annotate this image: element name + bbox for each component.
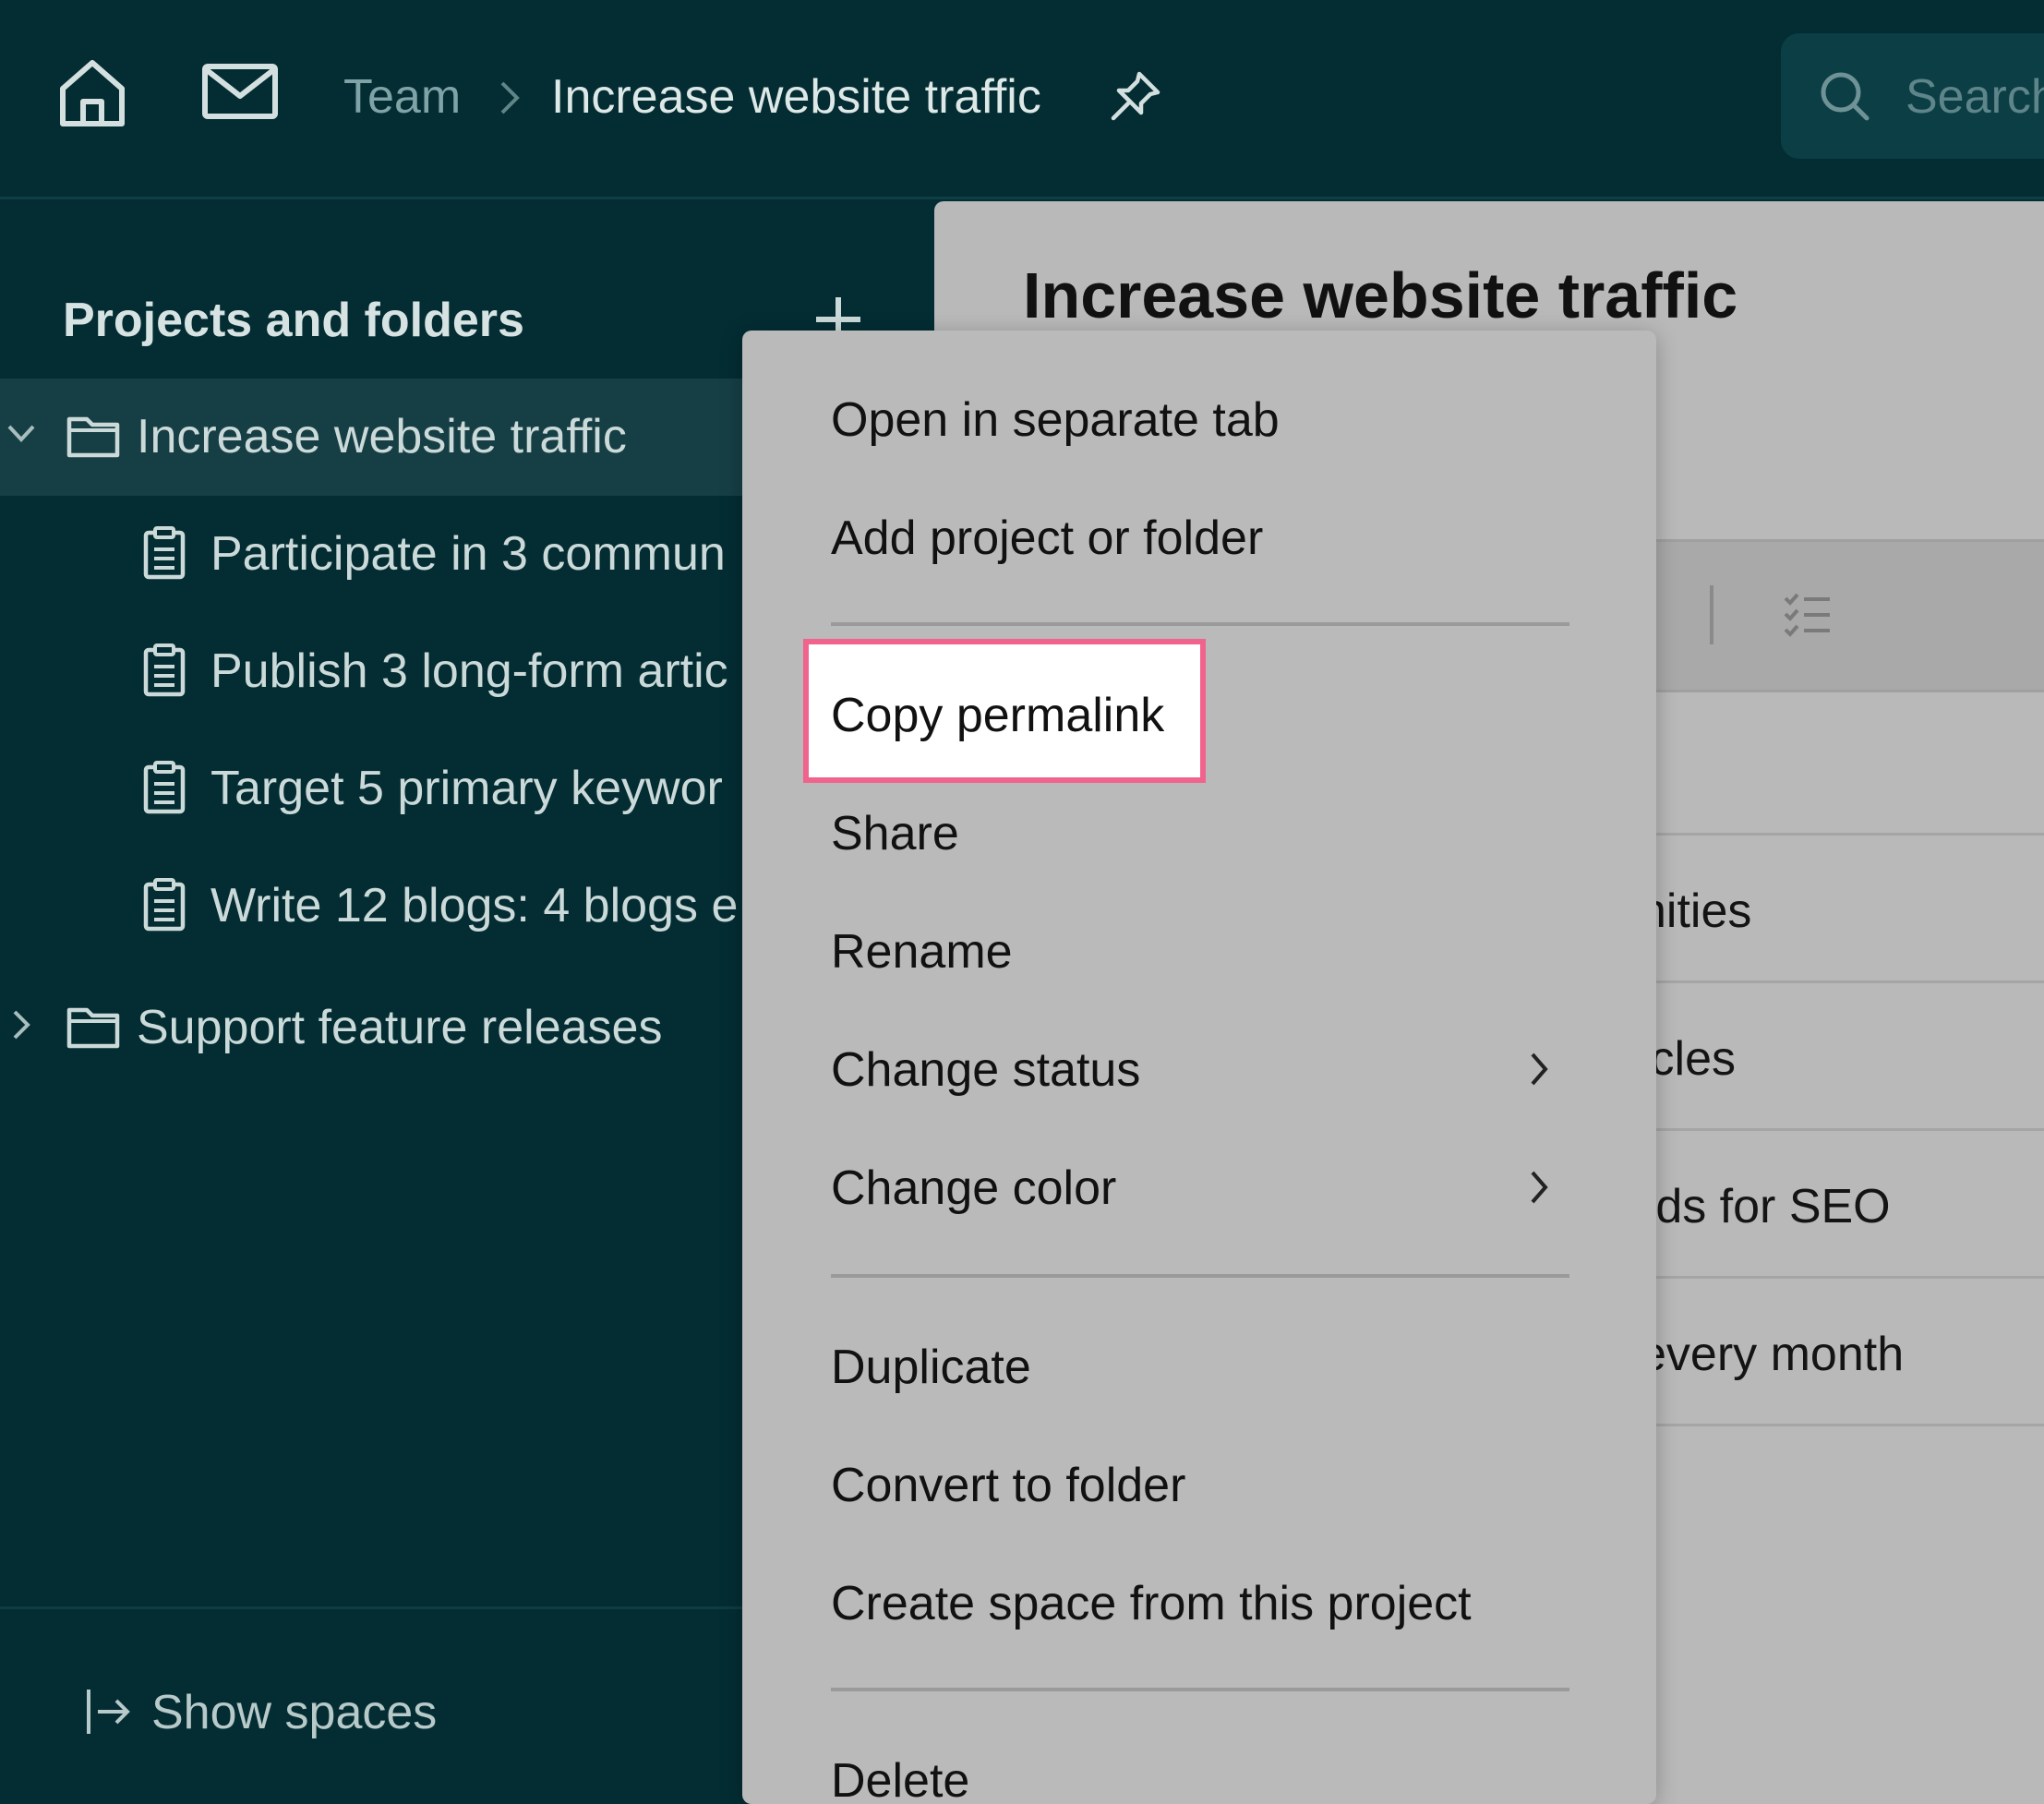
menu-item-add-project-or-folder[interactable]: Add project or folder <box>831 508 1263 569</box>
chevron-down-icon[interactable] <box>6 423 37 445</box>
chevron-right-icon[interactable] <box>11 1008 33 1041</box>
chevron-right-icon <box>497 76 523 120</box>
top-bar-divider <box>0 197 2044 199</box>
breadcrumb-team[interactable]: Team <box>343 66 461 127</box>
menu-item-convert-to-folder[interactable]: Convert to folder <box>831 1455 1185 1516</box>
chevron-right-icon <box>1529 1049 1551 1089</box>
sidebar-item-label: Participate in 3 commun <box>210 527 726 581</box>
sidebar-item-increase-website-traffic[interactable]: Increase website traffic <box>0 379 742 496</box>
home-icon[interactable] <box>55 55 129 129</box>
show-spaces-button[interactable]: Show spaces <box>151 1682 437 1743</box>
sidebar-item-label: Publish 3 long-form artic <box>210 644 728 698</box>
search-input[interactable]: Search <box>1906 66 2044 127</box>
sidebar-item-project[interactable]: Write 12 blogs: 4 blogs e <box>0 848 742 965</box>
toolbar-divider <box>1710 585 1713 644</box>
menu-item-duplicate[interactable]: Duplicate <box>831 1337 1031 1398</box>
sidebar-footer-divider <box>0 1606 742 1609</box>
search-icon <box>1819 70 1870 122</box>
sidebar-item-label: Write 12 blogs: 4 blogs e <box>210 879 739 932</box>
clipboard-icon <box>142 643 186 698</box>
list-item[interactable]: every month <box>1640 1324 1904 1385</box>
list-item[interactable]: nities <box>1640 881 1751 942</box>
clipboard-icon <box>142 525 186 581</box>
menu-item-change-status[interactable]: Change status <box>831 1040 1140 1100</box>
clipboard-icon <box>142 760 186 815</box>
menu-item-rename[interactable]: Rename <box>831 921 1013 982</box>
menu-divider <box>831 1688 1569 1691</box>
checklist-icon[interactable] <box>1782 591 1834 637</box>
sidebar-item-project[interactable]: Publish 3 long-form artic <box>0 613 742 730</box>
menu-item-copy-permalink[interactable]: Copy permalink <box>831 685 1164 746</box>
mail-icon[interactable] <box>201 63 279 120</box>
sidebar-item-project[interactable]: Participate in 3 commun <box>0 496 742 613</box>
menu-item-delete[interactable]: Delete <box>831 1750 969 1804</box>
sidebar-item-label: Support feature releases <box>137 1001 663 1054</box>
sidebar-item-project[interactable]: Target 5 primary keywor <box>0 730 742 848</box>
sidebar-item-support-feature-releases[interactable]: Support feature releases <box>0 969 742 1087</box>
clipboard-icon <box>142 877 186 932</box>
show-spaces-icon[interactable] <box>83 1686 135 1738</box>
list-item[interactable]: rds for SEO <box>1640 1176 1891 1237</box>
folder-icon <box>66 1004 120 1049</box>
sidebar-title: Projects and folders <box>63 294 524 347</box>
sidebar-item-label: Increase website traffic <box>137 410 627 463</box>
menu-item-share[interactable]: Share <box>831 803 959 864</box>
page-title: Increase website traffic <box>1023 259 1738 331</box>
menu-item-open-in-separate-tab[interactable]: Open in separate tab <box>831 390 1280 451</box>
menu-item-create-space[interactable]: Create space from this project <box>831 1573 1472 1634</box>
menu-divider <box>831 622 1569 626</box>
context-menu: Open in separate tab Add project or fold… <box>742 331 1656 1804</box>
menu-item-change-color[interactable]: Change color <box>831 1158 1116 1219</box>
breadcrumb-current[interactable]: Increase website traffic <box>551 66 1041 127</box>
sidebar-item-label: Target 5 primary keywor <box>210 762 723 815</box>
menu-divider <box>831 1274 1569 1278</box>
pin-icon[interactable] <box>1108 68 1163 124</box>
chevron-right-icon <box>1529 1167 1551 1208</box>
folder-icon <box>66 414 120 458</box>
